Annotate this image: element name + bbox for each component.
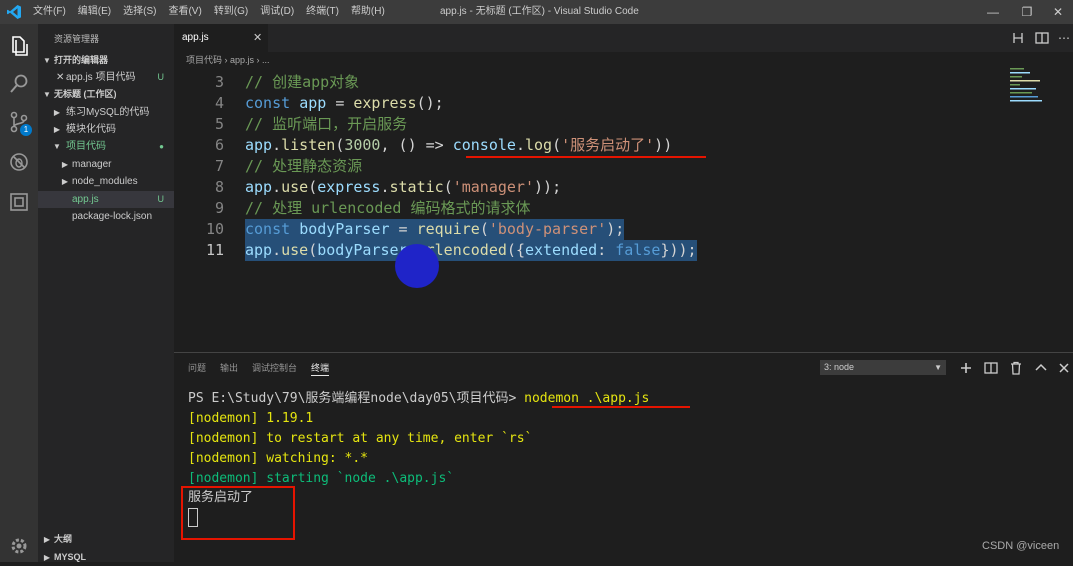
annotation-box xyxy=(181,486,295,540)
code-line: 4 const app = express(); xyxy=(214,94,444,112)
menu-help[interactable]: 帮助(H) xyxy=(351,0,385,24)
source-control-badge: 1 xyxy=(20,124,32,136)
code-line: 10 const bodyParser = require('body-parse… xyxy=(205,219,625,240)
folder-node-modules[interactable]: ▶ node_modules xyxy=(38,173,174,190)
explorer-title: 资源管理器 xyxy=(54,34,100,44)
close-icon[interactable]: ✕ xyxy=(253,24,262,52)
menu-go[interactable]: 转到(G) xyxy=(214,0,248,24)
code-line: 5// 监听端口，开启服务 xyxy=(214,115,408,133)
settings-gear-icon[interactable] xyxy=(7,534,31,558)
breadcrumb[interactable]: 项目代码 › app.js › ... xyxy=(186,52,270,68)
mouse-cursor-highlight xyxy=(395,244,439,288)
window-title: app.js - 无标题 (工作区) - Visual Studio Code xyxy=(440,6,639,17)
menu-file[interactable]: 文件(F) xyxy=(33,0,66,24)
terminal-output-line: [nodemon] watching: *.* xyxy=(188,451,369,466)
outline-section[interactable]: ▶ 大纲 xyxy=(38,531,174,548)
chevron-down-icon: ▼ xyxy=(53,142,61,151)
open-editor-item[interactable]: ✕ app.js 项目代码 U xyxy=(38,69,174,86)
minimize-button[interactable]: — xyxy=(978,0,1008,24)
code-line-11: app.use(bodyParser.urlencoded({extended:… xyxy=(245,240,697,261)
chevron-down-icon: ▼ xyxy=(43,90,51,99)
folder-modular-code[interactable]: ▶ 模块化代码 xyxy=(38,121,174,138)
vscode-logo-icon xyxy=(7,5,21,19)
close-icon[interactable]: ✕ xyxy=(56,69,64,86)
title-bar: 文件(F) 编辑(E) 选择(S) 查看(V) 转到(G) 调试(D) 终端(T… xyxy=(0,0,1073,24)
more-actions-icon[interactable]: ⋯ xyxy=(1058,30,1073,46)
chevron-up-icon[interactable] xyxy=(1033,360,1049,376)
explorer-sidebar: 资源管理器 ▼ 打开的编辑器 ✕ app.js 项目代码 U ▼ 无标题 (工作区) ▶… xyxy=(38,24,174,562)
menu-bar: 文件(F) 编辑(E) 选择(S) 查看(V) 转到(G) 调试(D) 终端(T… xyxy=(33,0,397,24)
menu-selection[interactable]: 选择(S) xyxy=(123,0,156,24)
menu-view[interactable]: 查看(V) xyxy=(168,0,201,24)
code-line: 6 app.listen(3000, () => console.log('服务启… xyxy=(214,136,673,154)
activity-bar: 1 xyxy=(0,24,38,562)
file-package-lock[interactable]: package-lock.json xyxy=(38,208,174,225)
menu-debug[interactable]: 调试(D) xyxy=(260,0,294,24)
open-editors-section[interactable]: ▼ 打开的编辑器 xyxy=(38,52,174,69)
explorer-icon[interactable] xyxy=(7,34,31,58)
terminal-output-line: [nodemon] to restart at any time, enter … xyxy=(188,431,533,446)
extensions-icon[interactable] xyxy=(7,190,31,214)
chevron-right-icon: ▶ xyxy=(61,177,69,186)
menu-terminal[interactable]: 终端(T) xyxy=(306,0,339,24)
editor-tab-bar: app.js ✕ ⋯ xyxy=(174,24,1073,52)
folder-mysql-practice[interactable]: ▶ 练习MySQL的代码 xyxy=(38,104,174,121)
code-line: 8 app.use(express.static('manager')); xyxy=(214,178,562,196)
code-line-4: const app = express(); xyxy=(245,94,444,112)
code-line: 11app.use(bodyParser.urlencoded({extende… xyxy=(205,240,697,261)
tab-app-js[interactable]: app.js ✕ xyxy=(174,24,268,52)
code-line-8: app.use(express.static('manager')); xyxy=(245,178,562,196)
tab-debug-console[interactable]: 调试控制台 xyxy=(252,360,297,376)
code-editor[interactable]: 3// 创建app对象 4 const app = express(); 5// … xyxy=(174,72,1004,352)
tab-terminal[interactable]: 终端 xyxy=(311,360,330,376)
menu-edit[interactable]: 编辑(E) xyxy=(78,0,111,24)
code-line: 9// 处理 urlencoded 编码格式的请求体 xyxy=(214,199,531,217)
code-line-10: const bodyParser = require('body-parser'… xyxy=(245,219,625,240)
workspace-section[interactable]: ▼ 无标题 (工作区) xyxy=(38,86,174,103)
close-window-button[interactable]: ✕ xyxy=(1043,0,1073,24)
annotation-underline xyxy=(466,156,706,158)
folder-project-code[interactable]: ▼ 项目代码 ● xyxy=(38,138,174,155)
code-line: 7// 处理静态资源 xyxy=(214,157,363,175)
annotation-underline xyxy=(552,406,690,408)
debug-icon[interactable] xyxy=(7,150,31,174)
minimap[interactable] xyxy=(1004,60,1073,352)
split-terminal-icon[interactable] xyxy=(983,360,999,376)
chevron-right-icon: ▶ xyxy=(61,160,69,169)
new-terminal-icon[interactable] xyxy=(958,360,974,376)
terminal-command: nodemon .\app.js xyxy=(524,391,650,406)
chevron-right-icon: ▶ xyxy=(43,535,51,544)
watermark: CSDN @viceen xyxy=(982,540,1060,552)
chevron-down-icon: ▼ xyxy=(934,363,942,372)
chevron-right-icon: ▶ xyxy=(53,125,61,134)
maximize-button[interactable]: ❐ xyxy=(1012,0,1042,24)
tab-output[interactable]: 输出 xyxy=(220,360,238,376)
open-changes-icon[interactable] xyxy=(1010,30,1026,46)
chevron-right-icon: ▶ xyxy=(43,553,51,562)
code-line-6: app.listen(3000, () => console.log('服务启动… xyxy=(245,136,673,154)
code-line: 3// 创建app对象 xyxy=(214,73,360,91)
mysql-section[interactable]: ▶ MYSQL xyxy=(38,549,174,566)
search-icon[interactable] xyxy=(7,72,31,96)
chevron-down-icon: ▼ xyxy=(43,56,51,65)
terminal-output-line: [nodemon] 1.19.1 xyxy=(188,411,314,426)
tab-problems[interactable]: 问题 xyxy=(188,360,206,376)
chevron-right-icon: ▶ xyxy=(53,108,61,117)
trash-icon[interactable] xyxy=(1008,360,1024,376)
folder-manager[interactable]: ▶ manager xyxy=(38,156,174,173)
terminal-selector[interactable]: 3: node ▼ xyxy=(820,360,946,375)
close-panel-icon[interactable] xyxy=(1056,360,1072,376)
bottom-panel: 问题 输出 调试控制台 终端 3: node ▼ PS E:\Study\79\服… xyxy=(174,352,1073,563)
file-app-js[interactable]: app.js U xyxy=(38,191,174,208)
split-editor-icon[interactable] xyxy=(1034,30,1050,46)
